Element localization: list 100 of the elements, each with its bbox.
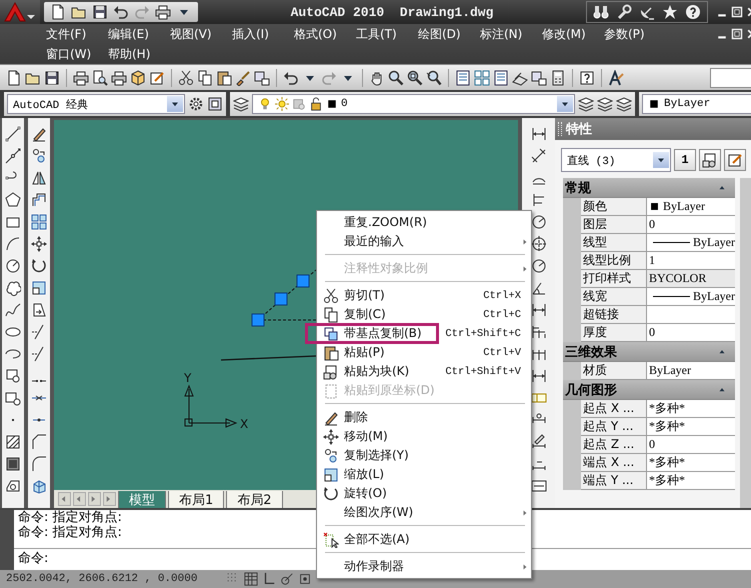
text-style-icon[interactable] bbox=[608, 70, 624, 86]
radius-dimension-icon[interactable] bbox=[530, 214, 546, 230]
menu-item[interactable]: 工具(T) bbox=[356, 24, 418, 44]
property-value[interactable]: *多种* bbox=[647, 472, 735, 490]
printer-icon[interactable] bbox=[73, 70, 89, 86]
array-icon[interactable] bbox=[31, 214, 47, 230]
property-value[interactable]: 0 bbox=[647, 324, 735, 342]
baseline-dimension-icon[interactable] bbox=[530, 324, 546, 340]
menu-item[interactable]: 视图(V) bbox=[170, 24, 232, 44]
property-value[interactable]: 0 bbox=[647, 436, 735, 454]
layout-tab[interactable]: 模型 bbox=[118, 490, 166, 508]
layout-tab[interactable]: 布局1 bbox=[168, 490, 224, 508]
tool-palette-icon[interactable] bbox=[493, 70, 509, 86]
polar-tracking-icon[interactable] bbox=[280, 572, 294, 586]
spline-icon[interactable] bbox=[5, 302, 21, 318]
property-value[interactable]: ByLayer bbox=[647, 362, 735, 380]
property-value[interactable]: *多种* bbox=[647, 418, 735, 436]
grip-handle[interactable] bbox=[296, 274, 310, 288]
construction-line-icon[interactable] bbox=[5, 148, 21, 164]
quick-dimension-icon[interactable] bbox=[530, 302, 546, 318]
property-value[interactable]: *多种* bbox=[647, 454, 735, 472]
stretch-icon[interactable] bbox=[31, 302, 47, 318]
menu-item[interactable]: 编辑(E) bbox=[108, 24, 170, 44]
markup-icon[interactable] bbox=[512, 70, 528, 86]
wrench-icon[interactable] bbox=[616, 4, 632, 20]
workspace-dropdown[interactable]: AutoCAD 经典 bbox=[7, 94, 185, 114]
insert-block-icon[interactable] bbox=[5, 368, 21, 384]
property-value[interactable]: ByLayer bbox=[647, 234, 735, 252]
star-icon[interactable] bbox=[662, 4, 678, 20]
fillet-icon[interactable] bbox=[31, 456, 47, 472]
menu-item[interactable]: 插入(I) bbox=[232, 24, 294, 44]
erase-icon[interactable] bbox=[31, 126, 47, 142]
chamfer-icon[interactable] bbox=[31, 434, 47, 450]
zoom-window-icon[interactable] bbox=[407, 70, 423, 86]
command-line-grip[interactable] bbox=[0, 510, 14, 570]
menu-item[interactable]: 格式(O) bbox=[294, 24, 356, 44]
calculator-icon[interactable] bbox=[550, 70, 566, 86]
gradient-icon[interactable] bbox=[5, 456, 21, 472]
undo-icon[interactable] bbox=[283, 70, 299, 86]
tab-scroll-button[interactable] bbox=[58, 492, 71, 506]
grid-icon[interactable] bbox=[244, 572, 258, 586]
menu-item[interactable]: 帮助(H) bbox=[108, 44, 170, 64]
explode-icon[interactable] bbox=[31, 478, 47, 494]
edit-icon[interactable] bbox=[149, 70, 165, 86]
scale-icon[interactable] bbox=[31, 280, 47, 296]
hatch-icon[interactable] bbox=[5, 434, 21, 450]
block-icon[interactable] bbox=[254, 70, 270, 86]
tab-scroll-button[interactable] bbox=[103, 492, 116, 506]
tab-scroll-button[interactable] bbox=[73, 492, 86, 506]
linear-dimension-icon[interactable] bbox=[530, 126, 546, 142]
dimension-space-icon[interactable] bbox=[530, 368, 546, 384]
move-icon[interactable] bbox=[31, 236, 47, 252]
property-value[interactable]: ByLayer bbox=[647, 288, 735, 306]
tab-scroll-button[interactable] bbox=[88, 492, 101, 506]
binoculars-icon[interactable] bbox=[593, 4, 609, 20]
context-menu-item[interactable]: 全部不选(A) bbox=[317, 530, 531, 549]
property-value[interactable]: BYCOLOR bbox=[647, 270, 735, 288]
design-center-icon[interactable] bbox=[474, 70, 490, 86]
context-menu-item[interactable]: 绘图次序(W) bbox=[317, 503, 531, 522]
menu-item[interactable]: 标注(N) bbox=[480, 24, 542, 44]
polygon-icon[interactable] bbox=[5, 192, 21, 208]
property-value[interactable] bbox=[647, 306, 735, 324]
section-header[interactable]: 几何图形 bbox=[563, 380, 735, 400]
workspace-icon[interactable] bbox=[207, 96, 223, 112]
layout-tab[interactable]: 布局2 bbox=[226, 490, 283, 508]
pickadd-toggle-button[interactable]: 1 bbox=[674, 149, 696, 171]
copy-objects-icon[interactable] bbox=[31, 148, 47, 164]
line-tool-icon[interactable] bbox=[5, 126, 21, 142]
make-block-icon[interactable] bbox=[5, 390, 21, 406]
rotate-icon[interactable] bbox=[31, 258, 47, 274]
layers-icon[interactable] bbox=[578, 96, 594, 112]
restore-icon[interactable] bbox=[731, 28, 743, 40]
region-icon[interactable] bbox=[5, 478, 21, 494]
text-style-field[interactable] bbox=[710, 68, 751, 88]
menu-item[interactable]: 窗口(W) bbox=[46, 44, 108, 64]
arc-icon[interactable] bbox=[5, 236, 21, 252]
property-value[interactable]: *多种* bbox=[647, 400, 735, 418]
property-value[interactable]: 1 bbox=[647, 252, 735, 270]
printer-icon[interactable] bbox=[155, 4, 171, 20]
offset-icon[interactable] bbox=[31, 192, 47, 208]
zoom-icon[interactable] bbox=[388, 70, 404, 86]
new-file-icon[interactable] bbox=[6, 70, 22, 86]
selection-dropdown[interactable]: 直线 (3) bbox=[561, 148, 671, 172]
dimension-style-icon[interactable] bbox=[530, 478, 546, 494]
paintbrush-icon[interactable] bbox=[235, 70, 251, 86]
property-value[interactable]: 0 bbox=[647, 216, 735, 234]
revision-cloud-icon[interactable] bbox=[5, 280, 21, 296]
scrollbar[interactable] bbox=[740, 178, 751, 508]
cube-icon[interactable] bbox=[130, 70, 146, 86]
menu-item[interactable]: 修改(M) bbox=[542, 24, 604, 44]
new-file-icon[interactable] bbox=[50, 4, 66, 20]
settings-icon[interactable] bbox=[188, 96, 204, 112]
properties-icon[interactable] bbox=[455, 70, 471, 86]
layer-properties-icon[interactable] bbox=[233, 96, 249, 112]
section-header[interactable]: 三维效果 bbox=[563, 342, 735, 362]
save-icon[interactable] bbox=[92, 4, 108, 20]
save-icon[interactable] bbox=[44, 70, 60, 86]
cut-icon[interactable] bbox=[178, 70, 194, 86]
section-header[interactable]: 常规 bbox=[563, 178, 735, 198]
layers-icon[interactable] bbox=[597, 96, 613, 112]
